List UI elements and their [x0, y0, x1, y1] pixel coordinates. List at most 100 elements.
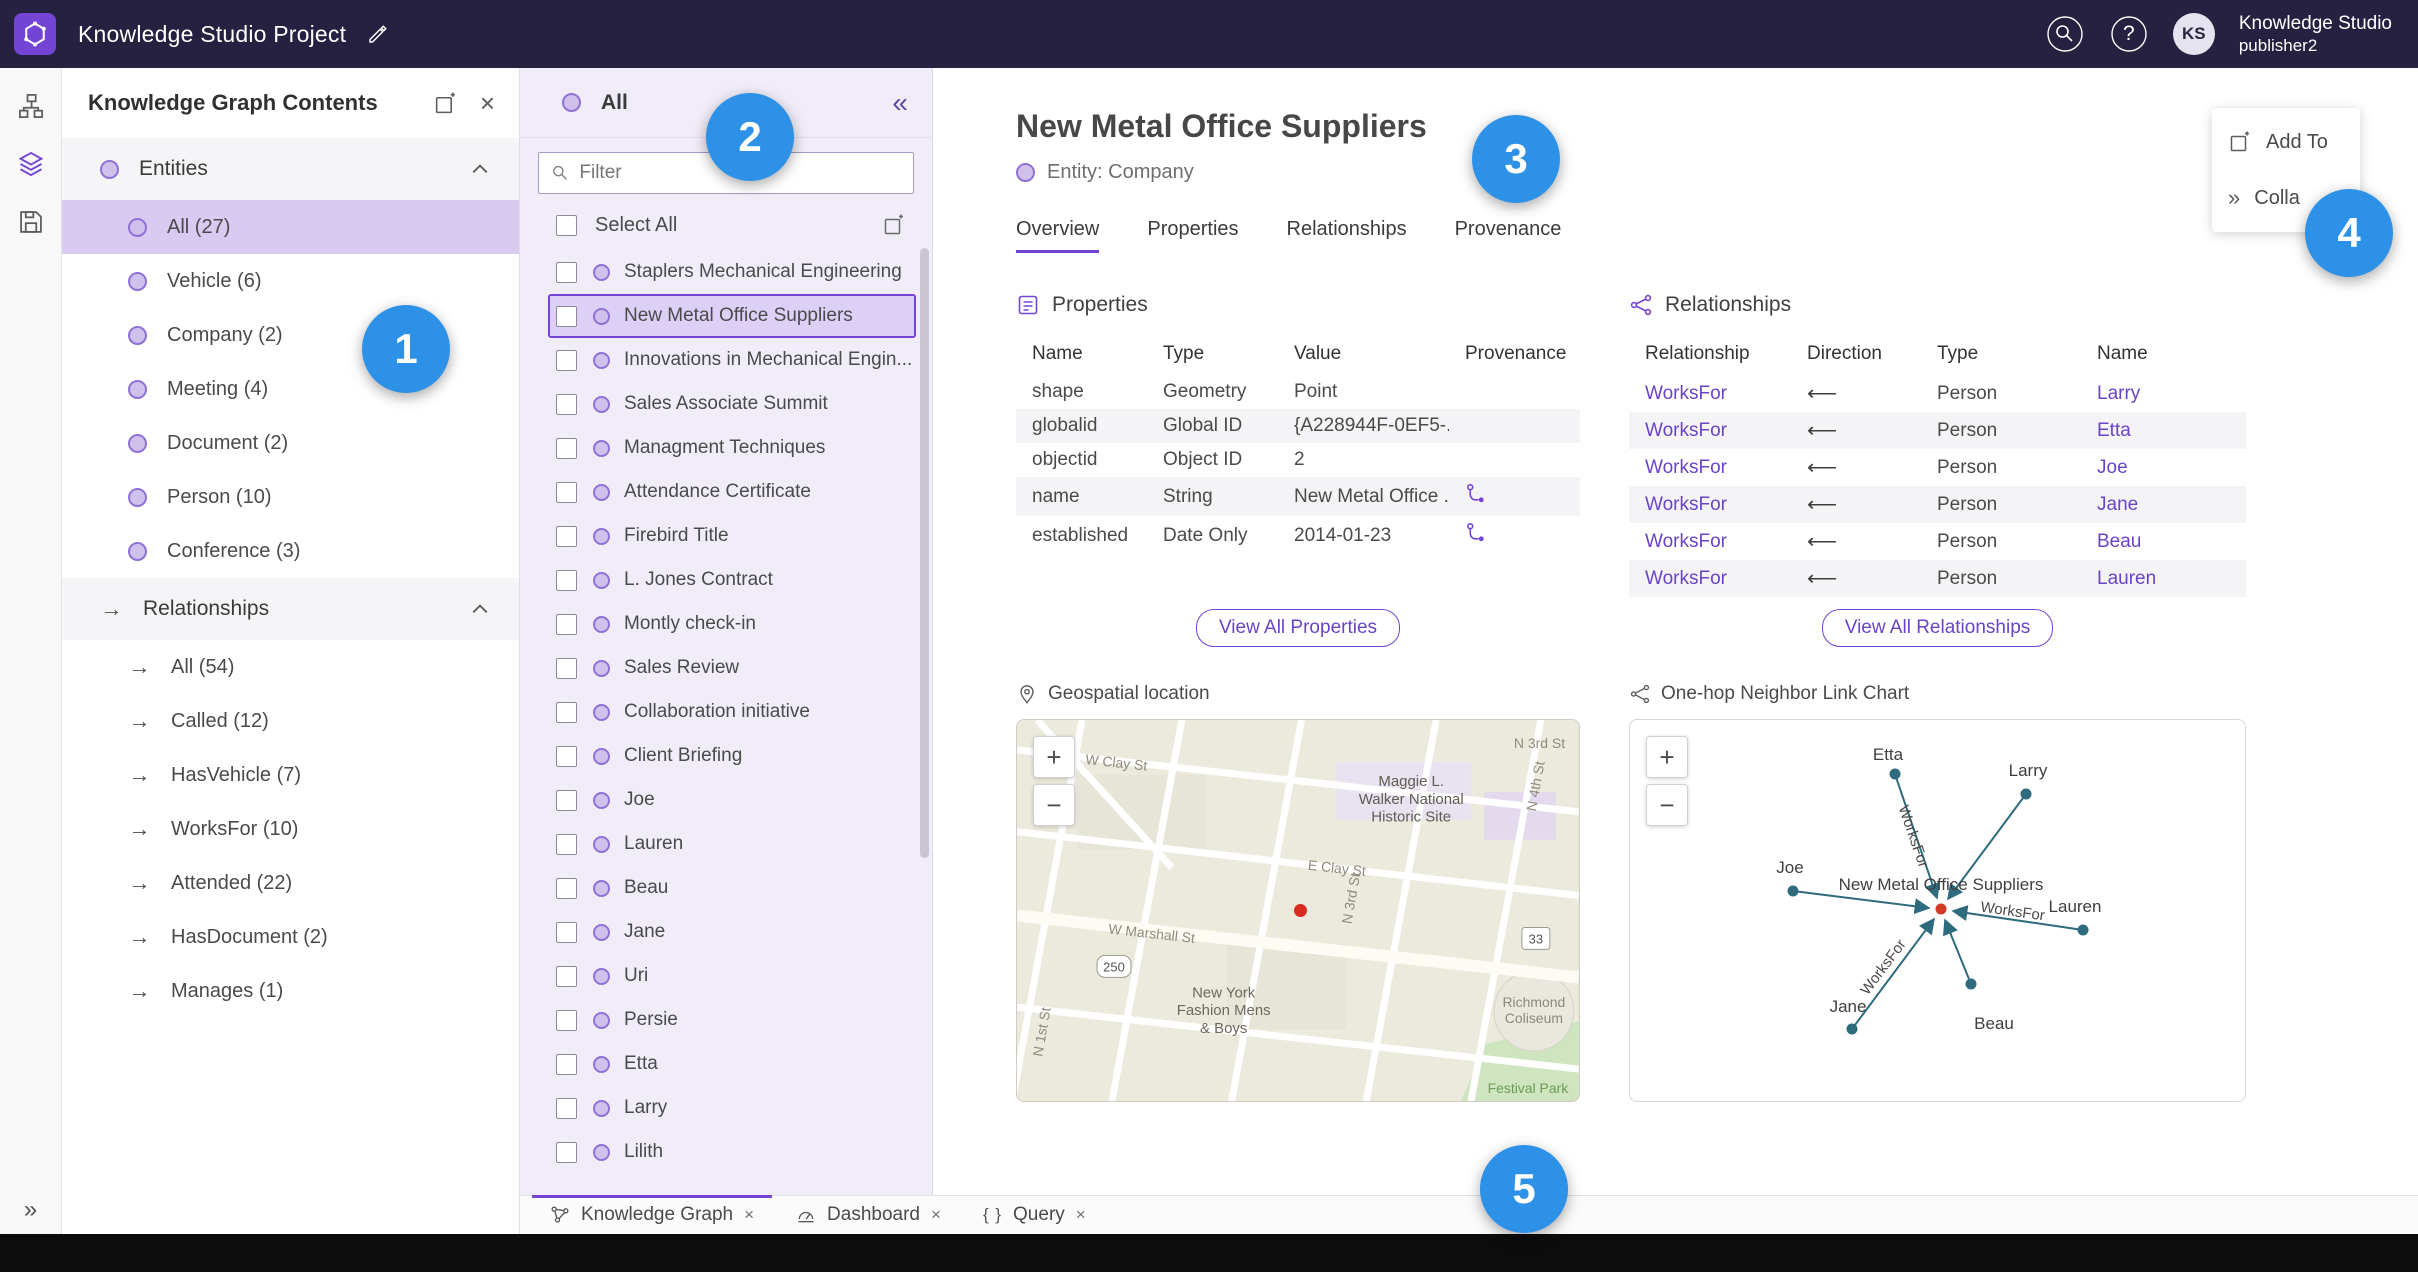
expand-rail-button[interactable]: » — [0, 1196, 61, 1224]
item-checkbox[interactable] — [556, 437, 577, 459]
item-checkbox[interactable] — [556, 393, 577, 415]
list-item[interactable]: Collaboration initiative — [548, 690, 916, 734]
relationship-link[interactable]: WorksFor — [1645, 457, 1727, 478]
tab-provenance[interactable]: Provenance — [1455, 218, 1562, 253]
view-tab-knowledge-graph[interactable]: Knowledge Graph × — [532, 1195, 773, 1234]
relationship-link[interactable]: WorksFor — [1645, 531, 1727, 552]
item-checkbox[interactable] — [556, 349, 577, 371]
view-all-relationships-button[interactable]: View All Relationships — [1821, 609, 2054, 647]
item-checkbox[interactable] — [556, 833, 577, 855]
save-button[interactable] — [17, 208, 45, 236]
node-beau[interactable] — [1965, 978, 1977, 990]
item-checkbox[interactable] — [556, 1053, 577, 1075]
provenance-icon[interactable] — [1465, 483, 1486, 504]
list-item[interactable]: Sales Review — [548, 646, 916, 690]
list-item[interactable]: Innovations in Mechanical Engin... — [548, 338, 916, 382]
view-tab-dashboard[interactable]: Dashboard × — [778, 1196, 959, 1234]
item-checkbox[interactable] — [556, 745, 577, 767]
relationship-link[interactable]: WorksFor — [1645, 383, 1727, 404]
add-selection-button[interactable] — [882, 213, 906, 237]
link-chart-widget[interactable]: + − WorksFor WorksFor WorksFor Etta Larr… — [1629, 719, 2246, 1102]
entity-link[interactable]: Joe — [2097, 457, 2128, 478]
tab-relationships[interactable]: Relationships — [1287, 218, 1407, 253]
entity-filter-document[interactable]: Document (2) — [62, 416, 519, 470]
close-panel-button[interactable]: × — [480, 88, 495, 119]
map-widget[interactable]: + − W Clay St E Clay St W Marshall St N … — [1016, 719, 1580, 1102]
map-marker[interactable] — [1294, 904, 1307, 917]
edit-title-button[interactable] — [366, 22, 390, 46]
close-tab-icon[interactable]: × — [1076, 1205, 1086, 1225]
list-item[interactable]: Lilith — [548, 1130, 916, 1174]
entity-link[interactable]: Etta — [2097, 420, 2131, 441]
item-checkbox[interactable] — [556, 305, 577, 327]
item-checkbox[interactable] — [556, 701, 577, 723]
item-checkbox[interactable] — [556, 613, 577, 635]
collapse-relationships-button[interactable] — [471, 603, 489, 615]
list-item[interactable]: Etta — [548, 1042, 916, 1086]
entity-filter-conference[interactable]: Conference (3) — [62, 524, 519, 578]
close-tab-icon[interactable]: × — [931, 1205, 941, 1225]
help-button[interactable]: ? — [2109, 14, 2149, 54]
item-checkbox[interactable] — [556, 1097, 577, 1119]
node-etta[interactable] — [1889, 768, 1901, 780]
entity-filter-person[interactable]: Person (10) — [62, 470, 519, 524]
tab-overview[interactable]: Overview — [1016, 218, 1100, 253]
relationship-filter-attended[interactable]: → Attended (22) — [62, 856, 519, 910]
item-checkbox[interactable] — [556, 261, 577, 283]
node-lauren[interactable] — [2077, 924, 2089, 936]
node-center-company[interactable] — [1935, 903, 1947, 915]
link-chart-canvas[interactable]: WorksFor WorksFor WorksFor Etta Larry Jo… — [1630, 720, 2245, 1101]
entity-link[interactable]: Beau — [2097, 531, 2141, 552]
relationship-filter-worksfor[interactable]: → WorksFor (10) — [62, 802, 519, 856]
zoom-out-button[interactable]: − — [1646, 784, 1688, 826]
collapse-list-panel-button[interactable]: « — [892, 88, 908, 117]
list-item[interactable]: Sales Associate Summit — [548, 382, 916, 426]
item-checkbox[interactable] — [556, 569, 577, 591]
entity-link[interactable]: Larry — [2097, 383, 2140, 404]
add-to-button[interactable]: Add To — [2212, 114, 2360, 170]
list-scrollbar[interactable] — [920, 248, 929, 858]
select-all-checkbox[interactable] — [556, 214, 577, 236]
item-checkbox[interactable] — [556, 877, 577, 899]
collapse-entities-button[interactable] — [471, 163, 489, 175]
list-item[interactable]: Joe — [548, 778, 916, 822]
list-item[interactable]: Managment Techniques — [548, 426, 916, 470]
item-checkbox[interactable] — [556, 1009, 577, 1031]
item-checkbox[interactable] — [556, 1141, 577, 1163]
map-canvas[interactable]: W Clay St E Clay St W Marshall St N 3rd … — [1017, 720, 1579, 1101]
relationship-filter-called[interactable]: → Called (12) — [62, 694, 519, 748]
list-item[interactable]: L. Jones Contract — [548, 558, 916, 602]
entity-link[interactable]: Lauren — [2097, 568, 2156, 589]
list-item[interactable]: Attendance Certificate — [548, 470, 916, 514]
zoom-out-button[interactable]: − — [1033, 784, 1075, 826]
zoom-in-button[interactable]: + — [1646, 736, 1688, 778]
list-item[interactable]: Uri — [548, 954, 916, 998]
item-checkbox[interactable] — [556, 481, 577, 503]
view-all-properties-button[interactable]: View All Properties — [1195, 609, 1401, 647]
avatar[interactable]: KS — [2172, 13, 2215, 55]
relationships-section-header[interactable]: → Relationships — [62, 578, 519, 640]
item-checkbox[interactable] — [556, 525, 577, 547]
entities-section-header[interactable]: Entities — [62, 138, 519, 200]
item-checkbox[interactable] — [556, 789, 577, 811]
entity-filter-meeting[interactable]: Meeting (4) — [62, 362, 519, 416]
relationship-link[interactable]: WorksFor — [1645, 494, 1727, 515]
list-item[interactable]: Lauren — [548, 822, 916, 866]
relationship-filter-all[interactable]: → All (54) — [62, 640, 519, 694]
relationship-link[interactable]: WorksFor — [1645, 568, 1727, 589]
search-button[interactable] — [2045, 14, 2085, 54]
close-tab-icon[interactable]: × — [744, 1205, 754, 1225]
view-tab-query[interactable]: { } Query × — [965, 1196, 1104, 1234]
entity-filter-vehicle[interactable]: Vehicle (6) — [62, 254, 519, 308]
node-jane[interactable] — [1846, 1023, 1858, 1035]
item-checkbox[interactable] — [556, 965, 577, 987]
list-item[interactable]: Persie — [548, 998, 916, 1042]
node-joe[interactable] — [1787, 885, 1799, 897]
relationship-filter-hasdocument[interactable]: → HasDocument (2) — [62, 910, 519, 964]
list-item[interactable]: Larry — [548, 1086, 916, 1130]
node-larry[interactable] — [2020, 788, 2032, 800]
relationship-filter-manages[interactable]: → Manages (1) — [62, 964, 519, 1018]
relationship-link[interactable]: WorksFor — [1645, 420, 1727, 441]
relationship-filter-hasvehicle[interactable]: → HasVehicle (7) — [62, 748, 519, 802]
tab-properties[interactable]: Properties — [1147, 218, 1238, 253]
